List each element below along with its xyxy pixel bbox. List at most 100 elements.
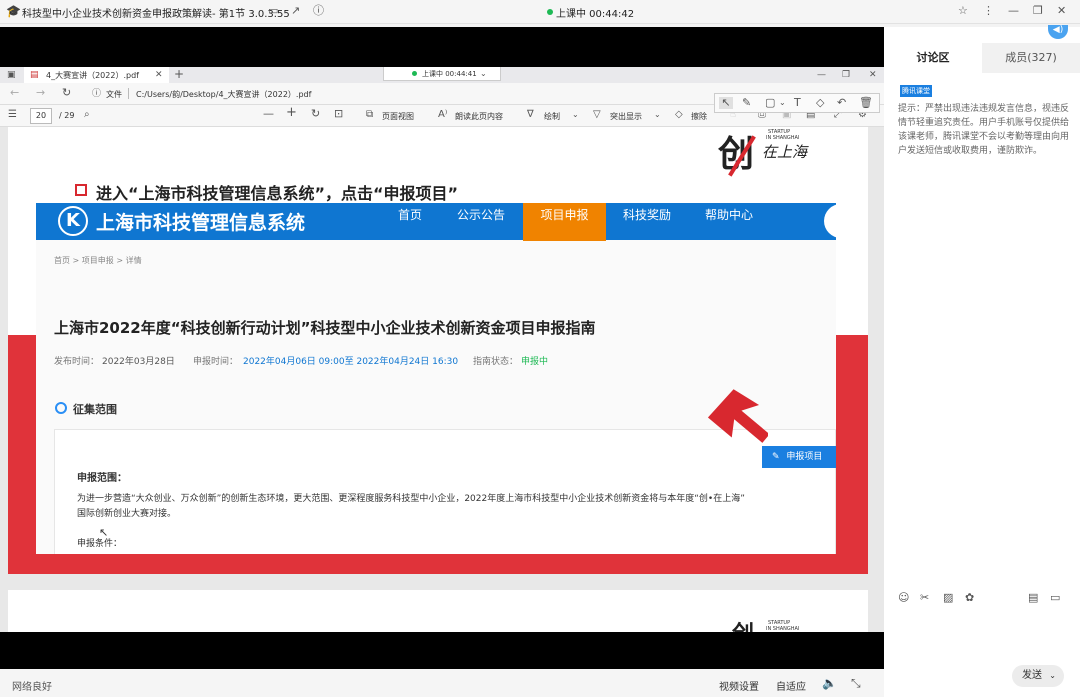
- page-view-button[interactable]: 页面视图: [382, 111, 414, 122]
- pill-dot: [412, 71, 417, 76]
- tab-members[interactable]: 成员(327): [982, 43, 1080, 73]
- page-view-icon[interactable]: ⧉: [366, 109, 373, 121]
- emoji-icon[interactable]: ☺: [898, 592, 909, 604]
- publish-date: 2022年03月28日: [102, 357, 175, 367]
- image-icon[interactable]: ▨: [943, 592, 953, 604]
- tab-discussion-label: 讨论区: [916, 51, 950, 64]
- rotate-icon[interactable]: ↻: [311, 108, 320, 120]
- pointer-icon[interactable]: ↖: [719, 97, 733, 109]
- new-tab-icon[interactable]: +: [174, 68, 184, 80]
- tab-close-icon[interactable]: ✕: [155, 69, 163, 81]
- read-aloud-icon[interactable]: A⁾: [438, 109, 447, 121]
- draw-chevron-icon[interactable]: ⌄: [572, 109, 579, 121]
- network-status: 网络良好: [12, 682, 52, 693]
- page-title: 上海市2022年度“科技创新行动计划”科技型中小企业技术创新资金项目申报指南: [54, 319, 596, 337]
- shape-chevron-icon[interactable]: ⌄: [779, 97, 786, 109]
- publish-label: 发布时间：: [54, 357, 100, 367]
- close-icon[interactable]: ✕: [1057, 5, 1066, 17]
- minimize-icon[interactable]: —: [1008, 5, 1019, 17]
- toc-icon[interactable]: ☰: [8, 109, 17, 121]
- status-bar: 网络良好 视频设置 自适应 🔈 ⤡: [0, 669, 884, 697]
- apply-project-label: 申报项目: [786, 452, 823, 462]
- eraser-icon[interactable]: ◇: [675, 109, 683, 121]
- qa-icon[interactable]: ▤: [1028, 592, 1038, 604]
- app-logo-icon: 🎓: [6, 4, 21, 18]
- nav-home[interactable]: 首页: [398, 203, 422, 241]
- tab-actions-icon[interactable]: ▣: [7, 69, 16, 81]
- window-title: 科技型中小企业技术创新资金申报政策解读- 第1节 3.0.3.55: [22, 9, 290, 20]
- flower-icon[interactable]: ✿: [965, 592, 974, 604]
- nav-help[interactable]: 帮助中心: [705, 203, 753, 241]
- tab-members-label: 成员(327): [1005, 51, 1057, 64]
- page-info-icon[interactable]: ⓘ: [92, 88, 101, 100]
- highlight-icon[interactable]: ▽: [593, 109, 601, 121]
- apply-project-button[interactable]: ✎ 申报项目: [762, 446, 836, 468]
- logo-text: 在上海: [762, 143, 808, 161]
- restore-icon[interactable]: ❐: [1033, 5, 1043, 17]
- logo-char-next: 创: [732, 616, 754, 632]
- text-icon[interactable]: T: [794, 97, 801, 109]
- chat-bubble-icon[interactable]: ▭: [1050, 592, 1060, 604]
- nav-apply[interactable]: 项目申报: [523, 203, 606, 241]
- logo-sub2-next: IN SHANGHAI: [766, 626, 800, 632]
- undo-icon[interactable]: ↶: [837, 97, 846, 109]
- browser-close-icon[interactable]: ✕: [869, 69, 877, 81]
- send-chevron-icon[interactable]: ⌄: [1049, 671, 1056, 680]
- draw-icon[interactable]: ∇: [527, 109, 534, 121]
- pdf-icon: ▤: [30, 70, 39, 80]
- exit-fullscreen-icon[interactable]: ⤡: [851, 677, 861, 689]
- highlight-chevron-icon[interactable]: ⌄: [654, 109, 661, 121]
- scissors-icon[interactable]: ✂: [920, 592, 929, 604]
- pill-chevron-icon[interactable]: ⌄: [480, 68, 487, 80]
- fit-page-icon[interactable]: ⊡: [334, 108, 343, 120]
- refresh-icon[interactable]: ↻: [62, 87, 71, 99]
- slide-heading: 进入“上海市科技管理信息系统”，点击“申报项目”: [96, 184, 459, 203]
- back-icon[interactable]: ←: [10, 87, 19, 99]
- trash-icon[interactable]: 🗑: [859, 97, 873, 109]
- share-icon[interactable]: ↗: [291, 5, 300, 17]
- address-input[interactable]: C:/Users/韵/Desktop/4_大赛宣讲（2022）.pdf: [136, 89, 311, 100]
- scope-text-1: 为进一步营造“大众创业、万众创新”的创新生态环境，更大范围、更深程度服务科技型中…: [77, 494, 745, 504]
- send-button[interactable]: 发送 ⌄: [1012, 665, 1064, 687]
- zoom-out-icon[interactable]: —: [263, 108, 274, 120]
- read-aloud-button[interactable]: 朗读此页内容: [455, 111, 503, 122]
- pdf-page: 创 STARTUP IN SHANGHAI 在上海 进入“上海市科技管理信息系统…: [8, 127, 868, 574]
- erase-button[interactable]: 擦除: [691, 111, 707, 122]
- adaptive-button[interactable]: 自适应: [776, 678, 806, 693]
- video-settings-button[interactable]: 视频设置: [719, 678, 759, 693]
- pen-icon[interactable]: ✎: [742, 97, 751, 109]
- highlight-button[interactable]: 突出显示: [610, 111, 642, 122]
- message-input[interactable]: [894, 609, 1070, 659]
- status-label: 指南状态：: [473, 357, 519, 367]
- rectangle-icon[interactable]: ▢: [765, 97, 775, 109]
- pin-icon[interactable]: ☆: [958, 5, 968, 17]
- more-icon[interactable]: ⋮: [983, 5, 994, 17]
- page-total: / 29: [59, 111, 75, 120]
- volume-icon[interactable]: 🔈: [822, 677, 837, 689]
- tab-discussion[interactable]: 讨论区: [884, 43, 982, 73]
- zoom-in-icon[interactable]: +: [286, 106, 297, 119]
- site-logo-icon: K: [58, 206, 88, 236]
- forward-icon[interactable]: →: [36, 87, 45, 99]
- nav-notices[interactable]: 公示公告: [457, 203, 505, 241]
- video-area: ▣ ▤ 4_大赛宣讲（2022）.pdf ✕ + 上课中 00:44:41 ⌄ …: [0, 27, 884, 669]
- nav-awards[interactable]: 科技奖励: [623, 203, 671, 241]
- class-pill[interactable]: 上课中 00:44:41 ⌄: [383, 67, 501, 81]
- browser-tab[interactable]: ▤ 4_大赛宣讲（2022）.pdf ✕: [24, 67, 169, 83]
- site-search-icon[interactable]: [824, 204, 836, 238]
- info-icon[interactable]: ⓘ: [313, 5, 324, 17]
- speaker-icon[interactable]: ◀): [1048, 25, 1068, 39]
- pdf-page-next: 创 STARTUP IN SHANGHAI: [8, 590, 868, 632]
- eraser-tool-icon[interactable]: ◇: [816, 97, 824, 109]
- title-bar: 🎓 科技型中小企业技术创新资金申报政策解读- 第1节 3.0.3.55 ▭ ↗ …: [0, 0, 1080, 24]
- chat-icon[interactable]: ▭: [268, 5, 278, 17]
- draw-button[interactable]: 绘制: [544, 111, 560, 122]
- tencent-badge: 腾讯课堂: [900, 85, 932, 97]
- pdf-viewer: 创 STARTUP IN SHANGHAI 在上海 进入“上海市科技管理信息系统…: [0, 127, 884, 632]
- find-icon[interactable]: ⌕: [84, 109, 90, 121]
- site-title: 上海市科技管理信息系统: [96, 212, 306, 234]
- browser-restore-icon[interactable]: ❐: [842, 69, 850, 81]
- browser-minimize-icon[interactable]: —: [817, 69, 826, 81]
- apply-range: 2022年04月06日 09:00至 2022年04月24日 16:30: [243, 357, 459, 367]
- page-number-input[interactable]: 20: [30, 108, 52, 124]
